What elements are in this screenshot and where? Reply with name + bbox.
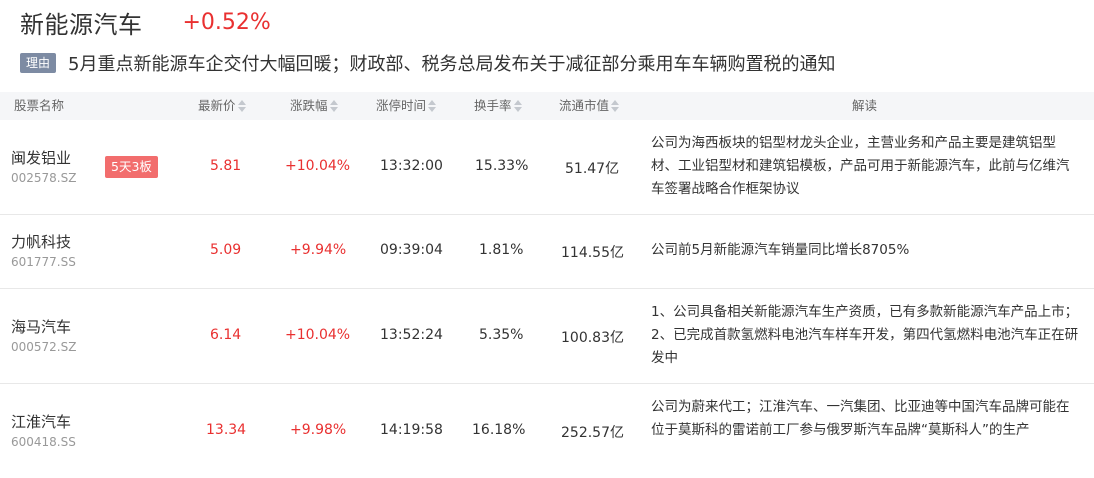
table-row[interactable]: 闽发铝业 002578.SZ 5天3板 5.81 +10.04% 13:32:0…: [0, 120, 1094, 215]
float-market-cap: 252.57亿: [561, 425, 624, 441]
turnover-rate: 16.18%: [472, 422, 526, 438]
reason-text: 5月重点新能源车企交付大幅回暖；财政部、税务总局发布关于减征部分乘用车车辆购置税…: [68, 54, 836, 75]
column-header-turnover[interactable]: 换手率: [474, 92, 522, 120]
change-percent: +9.98%: [290, 422, 347, 438]
latest-price: 6.14: [210, 327, 242, 343]
change-percent: +10.04%: [285, 158, 351, 174]
stock-name[interactable]: 江淮汽车: [11, 411, 71, 432]
limit-up-time: 09:39:04: [380, 242, 443, 258]
column-header-change-label: 涨跌幅: [290, 98, 328, 113]
stock-name[interactable]: 海马汽车: [11, 316, 71, 337]
column-header-name: 股票名称: [14, 92, 64, 120]
float-market-cap: 100.83亿: [561, 330, 624, 346]
latest-price: 5.09: [210, 242, 242, 258]
sort-icon[interactable]: [237, 100, 246, 112]
float-market-cap: 51.47亿: [565, 161, 620, 177]
interpretation-text: 公司为蔚来代工；江淮汽车、一汽集团、比亚迪等中国汽车品牌可能在位于莫斯科的雷诺前…: [651, 399, 1070, 438]
sector-title: 新能源汽车: [20, 10, 143, 39]
turnover-rate: 15.33%: [475, 158, 529, 174]
column-header-name-label: 股票名称: [14, 98, 65, 113]
limit-up-time: 13:32:00: [380, 158, 443, 174]
column-header-interpretation: 解读: [852, 92, 877, 120]
interpretation-text: 公司前5月新能源汽车销量同比增长8705%: [651, 242, 910, 258]
limit-up-time: 14:19:58: [380, 422, 443, 438]
stock-code: 600418.SS: [11, 435, 76, 449]
column-header-change[interactable]: 涨跌幅: [290, 92, 338, 120]
interpretation-text: 公司为海西板块的铝型材龙头企业，主营业务和产品主要是建筑铝型材、工业铝型材和建筑…: [651, 135, 1070, 197]
column-header-limit-time[interactable]: 涨停时间: [376, 92, 437, 120]
turnover-rate: 1.81%: [479, 242, 524, 258]
column-header-turnover-label: 换手率: [474, 98, 512, 113]
column-header-price-label: 最新价: [198, 98, 236, 113]
column-header-market-cap[interactable]: 流通市值: [559, 92, 620, 120]
column-header-market-cap-label: 流通市值: [559, 98, 610, 113]
sector-header: 新能源汽车 +0.52%: [20, 4, 271, 40]
latest-price: 5.81: [210, 158, 242, 174]
stock-name[interactable]: 力帆科技: [11, 231, 71, 252]
reason-line: 理由 5月重点新能源车企交付大幅回暖；财政部、税务总局发布关于减征部分乘用车车辆…: [20, 50, 835, 76]
table-row[interactable]: 江淮汽车 600418.SS 13.34 +9.98% 14:19:58 16.…: [0, 384, 1094, 478]
change-percent: +10.04%: [285, 327, 351, 343]
sort-icon[interactable]: [329, 100, 338, 112]
column-header-interpretation-label: 解读: [852, 98, 878, 113]
table-row[interactable]: 海马汽车 000572.SZ 6.14 +10.04% 13:52:24 5.3…: [0, 289, 1094, 384]
limit-up-time: 13:52:24: [380, 327, 443, 343]
stock-code: 002578.SZ: [11, 171, 77, 185]
reason-tag: 理由: [20, 53, 57, 73]
stock-name[interactable]: 闽发铝业: [11, 147, 71, 168]
sector-change: +0.52%: [182, 9, 271, 35]
interpretation-text: 1、公司具备相关新能源汽车生产资质，已有多款新能源汽车产品上市； 2、已完成首款…: [651, 304, 1079, 366]
stock-table: 股票名称 最新价 涨跌幅 涨停时间 换手率 流通市值 解读 闽发铝业 00257…: [0, 92, 1094, 478]
column-header-limit-time-label: 涨停时间: [376, 98, 427, 113]
latest-price: 13.34: [206, 422, 247, 438]
sort-icon[interactable]: [513, 100, 522, 112]
column-header-price[interactable]: 最新价: [198, 92, 246, 120]
sort-icon[interactable]: [428, 100, 437, 112]
table-header: 股票名称 最新价 涨跌幅 涨停时间 换手率 流通市值 解读: [0, 92, 1094, 120]
table-row[interactable]: 力帆科技 601777.SS 5.09 +9.94% 09:39:04 1.81…: [0, 215, 1094, 289]
limit-streak-badge: 5天3板: [105, 156, 158, 178]
turnover-rate: 5.35%: [479, 327, 524, 343]
float-market-cap: 114.55亿: [561, 245, 624, 261]
stock-code: 000572.SZ: [11, 340, 77, 354]
stock-code: 601777.SS: [11, 255, 76, 269]
sort-icon[interactable]: [611, 100, 620, 112]
change-percent: +9.94%: [290, 242, 347, 258]
